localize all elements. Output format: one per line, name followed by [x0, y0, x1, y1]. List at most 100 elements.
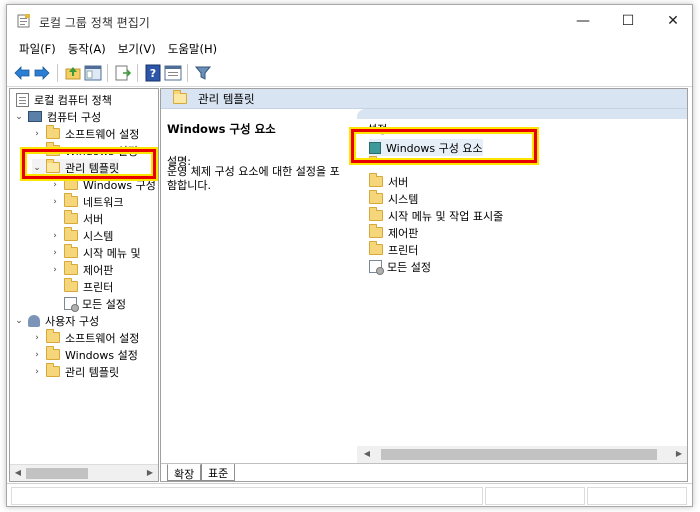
scroll-right-icon[interactable]: ▶ [144, 467, 156, 479]
chevron-right-icon[interactable]: › [50, 231, 60, 241]
folder-icon [46, 363, 60, 377]
tree-item-computer-config[interactable]: ⌄ 컴퓨터 구성 [14, 108, 101, 125]
details-header-title: 관리 템플릿 [198, 91, 255, 106]
title-bar[interactable]: 로컬 그룹 정책 편집기 — ☐ ✕ [7, 5, 692, 37]
chevron-right-icon[interactable]: › [32, 146, 42, 156]
scroll-left-icon[interactable]: ◀ [12, 467, 24, 479]
tree-item-computer-software[interactable]: › 소프트웨어 설정 [32, 125, 139, 142]
tree-item-local-computer-policy[interactable]: 로컬 컴퓨터 정책 [12, 91, 112, 108]
tree-label: Windows 설정 [65, 144, 138, 158]
maximize-button[interactable]: ☐ [608, 9, 648, 35]
tree-label: 사용자 구성 [45, 314, 100, 328]
tree-label: 모든 설정 [82, 297, 126, 311]
list-item-label: 프린터 [388, 243, 419, 257]
computer-icon [28, 111, 42, 122]
folder-icon [64, 193, 78, 207]
properties-icon[interactable] [164, 64, 182, 82]
list-item-start-menu[interactable]: 시작 메뉴 및 작업 표시줄 [369, 207, 503, 224]
chevron-right-icon[interactable]: › [50, 248, 60, 258]
export-list-icon[interactable] [114, 64, 132, 82]
list-item-system[interactable]: 시스템 [369, 190, 418, 207]
tree-item-user-software[interactable]: › 소프트웨어 설정 [32, 329, 139, 346]
list-item-printers[interactable]: 프린터 [369, 241, 418, 258]
folder-icon [369, 207, 383, 221]
tree-item-server[interactable]: › 서버 [50, 210, 103, 227]
close-button[interactable]: ✕ [653, 9, 692, 35]
tree-label: 컴퓨터 구성 [47, 110, 102, 124]
chevron-right-icon[interactable]: › [32, 367, 42, 377]
scroll-left-icon[interactable]: ◀ [361, 448, 373, 460]
scroll-thumb[interactable] [26, 468, 88, 479]
folder-icon [64, 244, 78, 258]
tree-label: Windows 구성 요소 [83, 178, 158, 192]
folder-icon [64, 261, 78, 275]
folder-icon [46, 142, 60, 156]
tree-item-all-settings[interactable]: › 모든 설정 [50, 295, 126, 312]
help-icon[interactable]: ? [144, 64, 162, 82]
tree-item-printers[interactable]: › 프린터 [50, 278, 113, 295]
menu-file[interactable]: 파일(F) [13, 37, 62, 59]
menu-action[interactable]: 동작(A) [62, 37, 112, 59]
tree-item-system[interactable]: › 시스템 [50, 227, 113, 244]
settings-list[interactable]: 설정 Windows 구성 요소 네트워크 서버 시스템 시작 메뉴 및 작업 … [357, 109, 687, 481]
menu-view[interactable]: 보기(V) [112, 37, 162, 59]
back-arrow-icon[interactable] [13, 64, 31, 82]
user-icon [28, 314, 40, 327]
tab-extended[interactable]: 확장 [167, 464, 202, 481]
chevron-right-icon[interactable]: › [32, 350, 42, 360]
view-tabs: 확장 표준 [161, 463, 687, 481]
filter-icon[interactable] [194, 64, 212, 82]
menu-help[interactable]: 도움말(H) [162, 37, 223, 59]
tree-item-computer-windows[interactable]: › Windows 설정 [32, 142, 138, 159]
minimize-button[interactable]: — [563, 9, 603, 35]
tree-item-user-admin-templates[interactable]: › 관리 템플릿 [32, 363, 119, 380]
chevron-right-icon[interactable]: › [50, 180, 60, 190]
chevron-right-icon[interactable]: › [32, 333, 42, 343]
list-item-label: 시작 메뉴 및 작업 표시줄 [388, 209, 504, 223]
windows-component-icon [369, 141, 381, 154]
folder-icon [369, 190, 383, 204]
tree-label: 제어판 [83, 263, 114, 277]
list-item-network[interactable]: 네트워크 [369, 156, 428, 165]
toolbar-separator [57, 64, 58, 82]
details-pane: 관리 템플릿 Windows 구성 요소 설명: 운영 체제 구성 요소에 대한… [160, 88, 688, 482]
status-bar [7, 483, 692, 506]
chevron-down-icon[interactable]: ⌄ [14, 316, 24, 326]
tree-item-user-windows[interactable]: › Windows 설정 [32, 346, 138, 363]
folder-icon [369, 224, 383, 238]
folder-icon [369, 156, 383, 165]
list-item-server[interactable]: 서버 [369, 173, 408, 190]
tree-pane[interactable]: 로컬 컴퓨터 정책 ⌄ 컴퓨터 구성 › 소프트웨어 설정 › Windows … [9, 88, 159, 482]
details-header: 관리 템플릿 [161, 89, 687, 109]
list-item-all-settings[interactable]: 모든 설정 [369, 258, 431, 275]
scroll-right-icon[interactable]: ▶ [673, 448, 685, 460]
toolbar: ? [7, 59, 692, 87]
tree-item-windows-components[interactable]: › Windows 구성 요소 [50, 176, 158, 193]
scroll-thumb[interactable] [381, 449, 657, 460]
tree-item-control-panel[interactable]: › 제어판 [50, 261, 113, 278]
tree-item-start-menu[interactable]: › 시작 메뉴 및 [50, 244, 141, 261]
tab-standard[interactable]: 표준 [201, 464, 236, 481]
menu-bar: 파일(F) 동작(A) 보기(V) 도움말(H) [7, 37, 692, 59]
tree-label: 프린터 [83, 280, 114, 294]
show-hide-tree-icon[interactable] [84, 64, 102, 82]
up-folder-icon[interactable] [64, 64, 82, 82]
tree-label: 관리 템플릿 [65, 365, 120, 379]
tree-label: 로컬 컴퓨터 정책 [34, 93, 112, 107]
list-item-control-panel[interactable]: 제어판 [369, 224, 418, 241]
tree-item-admin-templates[interactable]: ⌄ 관리 템플릿 [32, 159, 120, 176]
toolbar-separator [137, 64, 138, 82]
chevron-down-icon[interactable]: ⌄ [32, 163, 42, 173]
column-header-settings[interactable]: 설정 [367, 121, 387, 137]
list-item-windows-components[interactable]: Windows 구성 요소 [369, 139, 483, 156]
chevron-right-icon[interactable]: › [32, 129, 42, 139]
forward-arrow-icon[interactable] [33, 64, 51, 82]
tree-item-user-config[interactable]: ⌄ 사용자 구성 [14, 312, 99, 329]
chevron-right-icon[interactable]: › [50, 265, 60, 275]
list-horizontal-scrollbar[interactable]: ◀ ▶ [357, 446, 687, 463]
chevron-right-icon[interactable]: › [50, 197, 60, 207]
chevron-down-icon[interactable]: ⌄ [14, 112, 24, 122]
tree-item-network[interactable]: › 네트워크 [50, 193, 123, 210]
tree-horizontal-scrollbar[interactable]: ◀ ▶ [10, 464, 158, 481]
svg-text:?: ? [150, 67, 156, 80]
